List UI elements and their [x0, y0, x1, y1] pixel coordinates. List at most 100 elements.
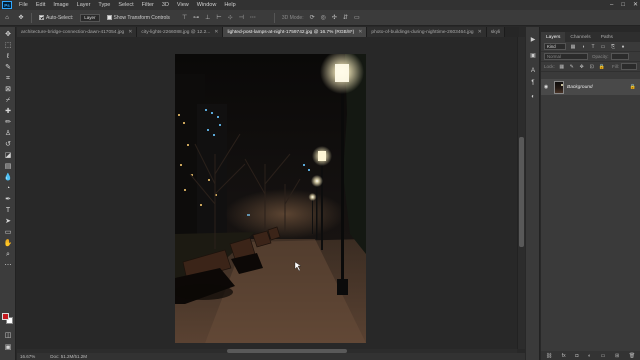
3d-camera-icon[interactable]: ▭	[354, 14, 360, 21]
paragraph-panel-icon[interactable]: ¶	[529, 79, 537, 87]
lock-all-icon[interactable]: 🔒	[599, 64, 605, 70]
maximize-button[interactable]: □	[621, 0, 625, 10]
lock-image-icon[interactable]: ✎	[569, 64, 575, 70]
align-bottom-icon[interactable]: ⊥	[205, 14, 210, 21]
filter-smart-object-icon[interactable]: ⎘	[610, 44, 616, 50]
align-center-icon[interactable]: ⊹	[228, 14, 233, 21]
tab-document-3[interactable]: lighted-post-lamps-at-night-1759742.jpg …	[223, 27, 368, 37]
history-panel-icon[interactable]: ▶	[529, 35, 537, 43]
blend-mode-dropdown[interactable]: Normal	[544, 53, 588, 60]
menu-image[interactable]: Image	[49, 0, 72, 10]
tab-document-1[interactable]: architecture-bridge-connection-dawn-4170…	[17, 27, 138, 37]
layer-lock-icon[interactable]: 🔒	[630, 84, 636, 90]
close-tab-icon[interactable]: ✕	[128, 29, 132, 35]
crop-tool-icon[interactable]: ⌗	[3, 74, 13, 83]
lock-artboard-icon[interactable]: ⊡	[589, 64, 595, 70]
menu-edit[interactable]: Edit	[32, 0, 49, 10]
menu-3d[interactable]: 3D	[158, 0, 173, 10]
menu-view[interactable]: View	[173, 0, 193, 10]
canvas-area[interactable]	[17, 37, 517, 349]
opacity-field[interactable]	[610, 53, 629, 60]
new-layer-icon[interactable]: ⊞	[615, 353, 619, 359]
filter-pixel-icon[interactable]: ▦	[570, 44, 576, 50]
close-tab-icon[interactable]: ✕	[214, 29, 218, 35]
dodge-tool-icon[interactable]: ◔	[3, 184, 13, 193]
gradient-tool-icon[interactable]: ▤	[3, 162, 13, 171]
marquee-tool-icon[interactable]: ⬚	[3, 41, 13, 50]
lock-position-icon[interactable]: ✥	[579, 64, 585, 70]
adjustment-layer-icon[interactable]: ◐	[588, 353, 591, 359]
layer-style-icon[interactable]: fx	[562, 353, 566, 359]
hand-tool-icon[interactable]: ✋	[3, 239, 13, 248]
kind-filter-dropdown[interactable]: Kind	[544, 43, 566, 50]
menu-select[interactable]: Select	[114, 0, 137, 10]
zoom-tool-icon[interactable]: ⌕	[3, 250, 13, 259]
tab-document-2[interactable]: city-lights-2266088.jpg @ 12.2... ✕	[137, 27, 224, 37]
adjustments-panel-icon[interactable]: ◐	[529, 93, 537, 101]
tab-document-5[interactable]: skyli	[486, 27, 506, 37]
auto-select-checkbox[interactable]: Auto-Select:	[39, 15, 73, 21]
character-panel-icon[interactable]: A	[529, 67, 537, 75]
eyedropper-tool-icon[interactable]: ⌿	[3, 96, 13, 105]
align-left-icon[interactable]: ⊢	[216, 14, 221, 21]
align-right-icon[interactable]: ⊣	[239, 14, 244, 21]
lasso-tool-icon[interactable]: ℓ	[3, 52, 13, 61]
move-tool-icon[interactable]: ✥	[3, 30, 13, 39]
minimize-button[interactable]: –	[610, 0, 613, 10]
quick-mask-icon[interactable]: ◫	[3, 331, 13, 340]
tab-layers[interactable]: Layers	[541, 32, 566, 42]
menu-window[interactable]: Window	[193, 0, 221, 10]
move-tool-preset-icon[interactable]: ✥	[16, 13, 26, 23]
filter-shape-icon[interactable]: ▭	[600, 44, 606, 50]
frame-tool-icon[interactable]: ⊠	[3, 85, 13, 94]
tab-paths[interactable]: Paths	[596, 32, 618, 42]
menu-help[interactable]: Help	[220, 0, 239, 10]
auto-select-dropdown[interactable]: Layer	[80, 13, 100, 22]
add-mask-icon[interactable]: ◘	[575, 353, 578, 359]
path-selection-tool-icon[interactable]: ➤	[3, 217, 13, 226]
menu-type[interactable]: Type	[94, 0, 114, 10]
3d-orbit-icon[interactable]: ⟳	[310, 14, 315, 21]
vertical-scrollbar[interactable]	[517, 37, 525, 349]
link-layers-icon[interactable]: ⛓	[546, 353, 552, 359]
blur-tool-icon[interactable]: 💧	[3, 173, 13, 182]
more-options-icon[interactable]: ⋯	[250, 14, 256, 21]
more-tools-icon[interactable]: ⋯	[3, 261, 13, 270]
tab-channels[interactable]: Channels	[565, 32, 595, 42]
tab-document-4[interactable]: photo-of-buildings-during-nighttime-2603…	[367, 27, 487, 37]
foreground-color-swatch[interactable]	[2, 313, 9, 320]
vertical-scroll-thumb[interactable]	[519, 137, 524, 247]
screen-mode-icon[interactable]: ▣	[3, 343, 13, 352]
home-icon[interactable]: ⌂	[2, 13, 12, 23]
fill-field[interactable]	[621, 63, 637, 70]
quick-select-tool-icon[interactable]: ✎	[3, 63, 13, 72]
delete-layer-icon[interactable]: 🗑	[629, 353, 635, 359]
visibility-eye-icon[interactable]: ◉	[541, 84, 551, 90]
history-brush-tool-icon[interactable]: ↺	[3, 140, 13, 149]
brush-tool-icon[interactable]: ✏	[3, 118, 13, 127]
menu-filter[interactable]: Filter	[138, 0, 158, 10]
properties-panel-icon[interactable]: ▣	[529, 51, 537, 59]
align-middle-icon[interactable]: ⊶	[193, 14, 199, 21]
3d-slide-icon[interactable]: ⇵	[343, 14, 348, 21]
layer-background[interactable]: ◉ Background 🔒	[541, 79, 640, 95]
close-tab-icon[interactable]: ✕	[478, 29, 482, 35]
show-transform-checkbox[interactable]: Show Transform Controls	[106, 15, 170, 21]
clone-stamp-tool-icon[interactable]: ♙	[3, 129, 13, 138]
rectangle-tool-icon[interactable]: ▭	[3, 228, 13, 237]
document-image[interactable]	[175, 54, 366, 343]
healing-brush-tool-icon[interactable]: ✚	[3, 107, 13, 116]
menu-layer[interactable]: Layer	[73, 0, 95, 10]
filter-toggle-icon[interactable]: ●	[620, 44, 626, 50]
menu-file[interactable]: File	[15, 0, 32, 10]
close-tab-icon[interactable]: ✕	[358, 29, 362, 35]
type-tool-icon[interactable]: T	[3, 206, 13, 215]
filter-adjustment-icon[interactable]: ◑	[580, 44, 586, 50]
align-top-icon[interactable]: ⊤	[182, 14, 187, 21]
close-button[interactable]: ✕	[633, 0, 638, 10]
3d-pan-icon[interactable]: ✣	[332, 14, 337, 21]
lock-transparent-icon[interactable]: ▦	[559, 64, 565, 70]
3d-roll-icon[interactable]: ◎	[321, 14, 326, 21]
pen-tool-icon[interactable]: ✒	[3, 195, 13, 204]
zoom-level[interactable]: 16.67%	[20, 354, 35, 359]
